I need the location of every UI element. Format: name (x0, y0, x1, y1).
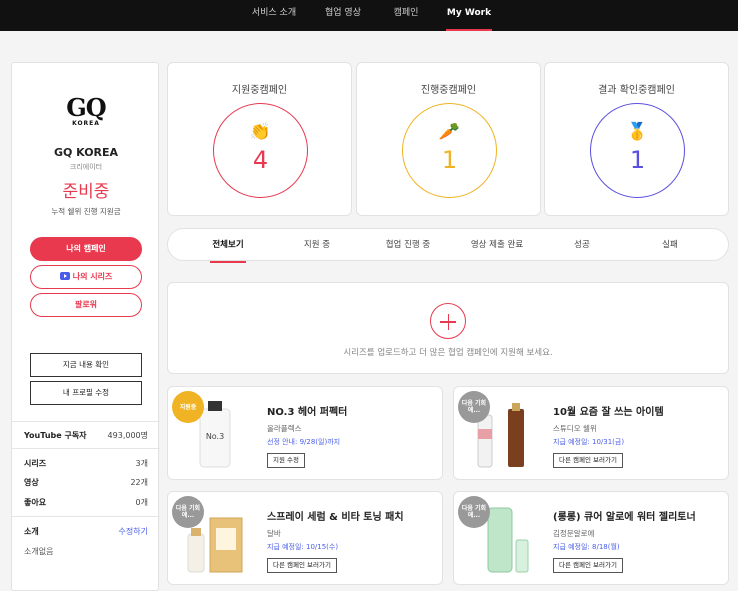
stat-label: 좋아요 (24, 498, 47, 507)
youtube-icon (59, 272, 70, 280)
campaign-card[interactable]: 다음 기회에... 10월 요즘 잘 쓰는 아이템 스튜디오 쉘위 지급 예정일… (453, 386, 729, 480)
intro-edit-link[interactable]: 수정하기 (119, 526, 148, 537)
upload-series-card[interactable]: 시리즈를 업로드하고 더 많은 협업 캠페인에 지원해 보세요. (167, 282, 729, 374)
plus-icon[interactable] (430, 303, 466, 339)
intro-row: 소개 수정하기 (12, 526, 160, 542)
my-series-label: 나의 시리즈 (72, 272, 113, 281)
stat-video: 영상 22개 (12, 477, 160, 493)
tab-all[interactable]: 전체보기 (210, 229, 246, 263)
profile-panel: GQ KOREA GQ KOREA 크리에이터 준비중 누적 쉘위 진행 지원금… (11, 62, 160, 591)
tab-success[interactable]: 성공 (564, 229, 600, 262)
campaign-date: 선정 안내: 9/28(일)까지 (267, 438, 341, 446)
summary-count: 1 (629, 146, 646, 174)
profile-amount-caption: 누적 쉘위 진행 지원금 (51, 207, 121, 216)
divider (12, 421, 160, 422)
stat-label: 영상 (24, 478, 39, 487)
stat-value: 3개 (135, 459, 148, 468)
nav-item-my-work[interactable]: My Work (446, 0, 492, 31)
stat-subscribers: YouTube 구독자 493,000명 (12, 430, 160, 446)
stat-label: 시리즈 (24, 459, 47, 468)
campaign-card[interactable]: 다음 기회에... 스프레이 세럼 & 비타 토닝 패치 달바 지급 예정일: … (167, 491, 443, 585)
status-badge: 다음 기회에... (458, 496, 490, 528)
stat-series: 시리즈 3개 (12, 458, 160, 474)
campaign-brand: 스튜디오 쉘위 (553, 424, 597, 433)
intro-text-row: 소개없음 (12, 546, 160, 562)
upload-hint: 시리즈를 업로드하고 더 많은 협업 캠페인에 지원해 보세요. (343, 348, 553, 358)
nav-item-campaign[interactable]: 캠페인 (383, 0, 429, 31)
intro-label: 소개 (24, 527, 39, 536)
edit-application-button[interactable]: 지원 수정 (267, 453, 305, 468)
other-campaigns-button[interactable]: 다른 캠페인 보러가기 (553, 558, 623, 573)
summary-circle: 🥕 1 (402, 103, 497, 198)
carrot-icon: 🥕 (438, 122, 461, 142)
stat-value: 493,000명 (107, 431, 148, 440)
profile-amount: 준비중 (62, 182, 110, 202)
follower-button[interactable]: 팔로워 (30, 293, 142, 317)
my-campaign-button[interactable]: 나의 캠페인 (30, 237, 142, 261)
profile-role: 크리에이터 (69, 163, 103, 171)
campaign-brand: 김정문알로에 (553, 529, 595, 538)
status-badge: 다음 기회에... (458, 391, 490, 423)
stat-value: 22개 (130, 478, 148, 487)
nav-item-collab-video[interactable]: 협업 영상 (318, 0, 368, 31)
status-badge: 다음 기회에... (172, 496, 204, 528)
nav-item-service[interactable]: 서비스 소개 (243, 0, 305, 31)
medal-icon: 🥇 (626, 122, 649, 142)
profile-name: GQ KOREA (53, 146, 119, 159)
campaign-date: 지급 예정일: 10/31(금) (553, 438, 625, 446)
summary-circle: 🥇 1 (590, 103, 685, 198)
campaign-card[interactable]: 지원중 No.3 NO.3 헤어 퍼펙터 올라플렉스 선정 안내: 9/28(일… (167, 386, 443, 480)
summary-count: 1 (441, 146, 458, 174)
other-campaigns-button[interactable]: 다른 캠페인 보러가기 (267, 558, 337, 573)
status-badge: 지원중 (172, 391, 204, 423)
summary-card-applying: 지원중캠페인 👏 4 (167, 62, 352, 216)
campaign-card[interactable]: 다음 기회에... (롱롱) 큐어 알로에 워터 젤리토너 김정문알로에 지급 … (453, 491, 729, 585)
summary-count: 4 (252, 146, 269, 174)
summary-title: 진행중캠페인 (420, 85, 477, 96)
campaign-name: (롱롱) 큐어 알로에 워터 젤리토너 (553, 512, 696, 523)
summary-card-result: 결과 확인중캠페인 🥇 1 (544, 62, 729, 216)
tab-collab-in-progress[interactable]: 협업 진행 중 (373, 229, 443, 262)
stat-likes: 좋아요 0개 (12, 497, 160, 513)
stat-value: 0개 (135, 498, 148, 507)
campaign-brand: 달바 (267, 529, 281, 538)
campaign-date: 지급 예정일: 8/18(월) (553, 543, 620, 551)
profile-logo: GQ (66, 93, 106, 122)
clap-icon: 👏 (249, 122, 272, 142)
check-content-button[interactable]: 지금 내용 확인 (30, 353, 142, 377)
campaign-name: 10월 요즘 잘 쓰는 아이템 (553, 407, 664, 418)
tab-fail[interactable]: 실패 (652, 229, 688, 262)
svg-text:No.3: No.3 (206, 432, 224, 441)
profile-logo-sub: KOREA (72, 120, 100, 127)
divider (12, 448, 160, 449)
stat-label: YouTube 구독자 (24, 431, 87, 440)
campaign-brand: 올라플렉스 (267, 424, 302, 433)
campaign-name: 스프레이 세럼 & 비타 토닝 패치 (267, 512, 404, 523)
tab-applying[interactable]: 지원 중 (292, 229, 342, 262)
campaign-date: 지급 예정일: 10/15(수) (267, 543, 339, 551)
summary-title: 결과 확인중캠페인 (598, 85, 675, 96)
my-series-button[interactable]: 나의 시리즈 (30, 265, 142, 289)
status-tabs: 전체보기 지원 중 협업 진행 중 영상 제출 완료 성공 실패 (167, 228, 729, 263)
edit-profile-button[interactable]: 내 프로필 수정 (30, 381, 142, 405)
campaign-name: NO.3 헤어 퍼펙터 (267, 407, 348, 418)
other-campaigns-button[interactable]: 다른 캠페인 보러가기 (553, 453, 623, 468)
intro-text: 소개없음 (24, 547, 54, 556)
tab-video-submitted[interactable]: 영상 제출 완료 (460, 229, 534, 262)
top-nav: 서비스 소개 협업 영상 캠페인 My Work (0, 0, 738, 31)
divider (12, 516, 160, 517)
summary-card-in-progress: 진행중캠페인 🥕 1 (356, 62, 541, 216)
summary-circle: 👏 4 (213, 103, 308, 198)
summary-title: 지원중캠페인 (231, 85, 288, 96)
